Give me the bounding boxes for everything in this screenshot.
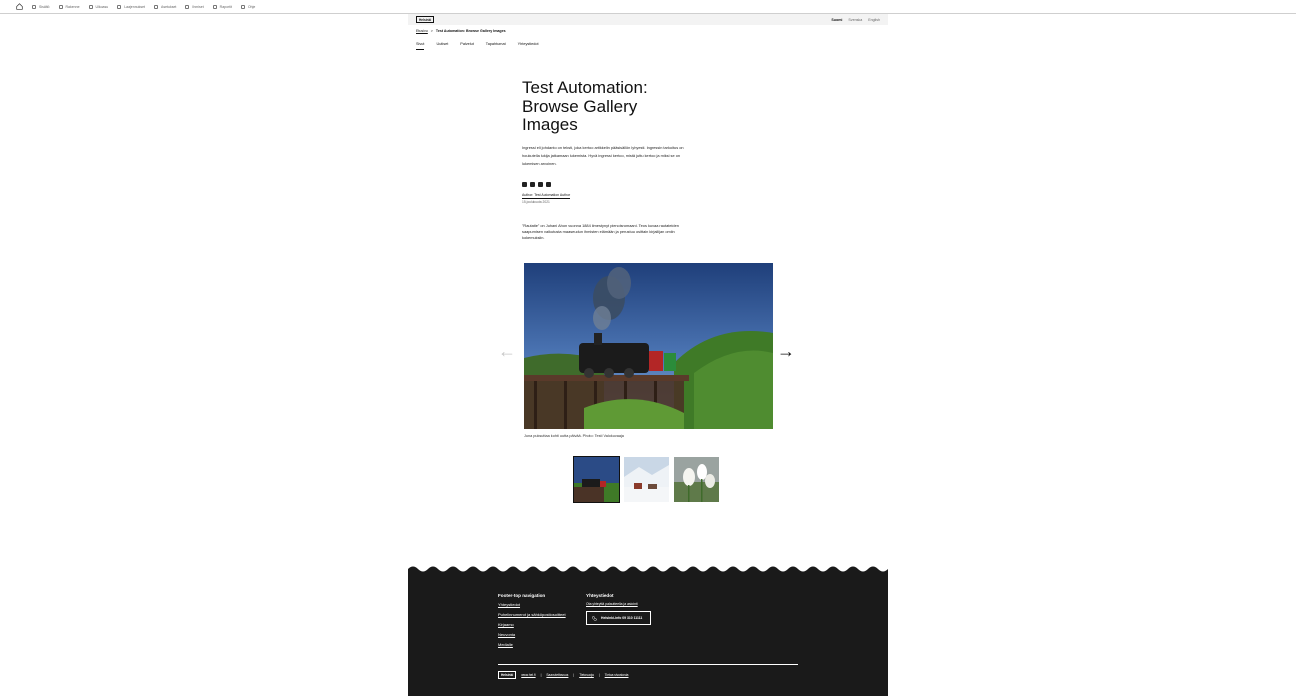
- footer-link-kirjaamo[interactable]: Kirjaamo: [498, 622, 566, 627]
- footer-logo[interactable]: Helsinki: [498, 671, 517, 679]
- footer-link-medialle[interactable]: Medialle: [498, 642, 566, 647]
- toolbar-item-help[interactable]: Ohje: [240, 4, 255, 9]
- thumbnail-snow-village[interactable]: [624, 457, 669, 502]
- structure-icon: [58, 4, 63, 9]
- facebook-icon[interactable]: [522, 182, 527, 187]
- phone-label: Helsinki-info 09 310 11111: [601, 616, 643, 620]
- footer-bottom-separator: |: [598, 673, 600, 677]
- gallery-main-image: [524, 263, 773, 429]
- language-switcher: Suomi Svenska English: [831, 18, 880, 22]
- thumbnail-train[interactable]: [573, 456, 620, 503]
- help-icon: [240, 4, 245, 9]
- site-footer: Footer-top navigation Yhteystiedot Puhel…: [408, 566, 888, 696]
- footer-nav-heading: Footer-top navigation: [498, 593, 546, 598]
- footer-link-neuvonta[interactable]: Neuvonta: [498, 632, 566, 637]
- twitter-icon[interactable]: [538, 182, 543, 187]
- footer-link-puhelinnumerot[interactable]: Puhelinnumerot ja sähköpostiosoitteet: [498, 612, 566, 617]
- nav-item-yhteystiedot[interactable]: Yhteystiedot: [518, 42, 539, 49]
- extend-icon: [117, 4, 122, 9]
- gallery-thumbnails: [573, 456, 719, 503]
- steam-train-photo: [524, 263, 773, 429]
- nav-item-tapahtumat[interactable]: Tapahtumat: [486, 42, 506, 49]
- site-header: Helsinki Suomi Svenska English: [408, 14, 888, 25]
- toolbar-item-structure[interactable]: Rakenne: [58, 4, 80, 9]
- footer-navigation: Footer-top navigation Yhteystiedot Puhel…: [498, 593, 566, 652]
- footer-wave: [408, 566, 888, 574]
- content-icon: [32, 4, 36, 9]
- toolbar-item-config[interactable]: Asetukset: [154, 4, 176, 9]
- footer-contact: Yhteystiedot Ota yhteyttä palautteella j…: [586, 593, 651, 625]
- gallery-caption: Juna puksuttaa kohti uutta päivää. Photo…: [524, 434, 624, 438]
- gallery-prev-button[interactable]: ←: [498, 342, 516, 360]
- article-body: "Rautatie" on Juhani Ahon vuonna 1884 il…: [522, 223, 679, 240]
- article-lead: Ingressi eli johdanto on teksti, joka ke…: [522, 145, 684, 166]
- language-en[interactable]: English: [868, 18, 880, 22]
- toolbar-item-extend[interactable]: Laajennukset: [117, 4, 145, 9]
- config-icon: [154, 4, 159, 9]
- phone-button[interactable]: Helsinki-info 09 310 11111: [586, 611, 651, 625]
- breadcrumb-current: Test Automation: Browse Gallery Images: [435, 29, 506, 33]
- toolbar-item-reports[interactable]: Raportit: [212, 4, 232, 9]
- breadcrumb: Etusivu > Test Automation: Browse Galler…: [416, 29, 506, 33]
- home-icon[interactable]: [14, 2, 24, 12]
- phone-icon: [592, 615, 597, 621]
- appearance-icon: [88, 4, 93, 9]
- article-date: 15.joulukuuta 2021: [522, 200, 550, 204]
- language-fi[interactable]: Suomi: [831, 18, 842, 22]
- linkedin-icon[interactable]: [530, 182, 535, 187]
- reports-icon: [212, 4, 217, 9]
- footer-contact-heading: Yhteystiedot: [586, 593, 614, 598]
- footer-bottom-link-accessibility[interactable]: Saavutettavuus: [546, 673, 568, 677]
- footer-bottom-separator: |: [540, 673, 542, 677]
- footer-bottom-link-privacy[interactable]: Tietosuoja: [579, 673, 594, 677]
- arrow-left-icon: ←: [498, 341, 516, 361]
- toolbar-item-appearance[interactable]: Ulkoasu: [88, 4, 108, 9]
- nav-item-sivut[interactable]: Sivut: [416, 42, 425, 50]
- email-icon[interactable]: [546, 182, 551, 187]
- site-logo[interactable]: Helsinki: [416, 16, 435, 23]
- footer-contact-link[interactable]: Ota yhteyttä palautteella ja asiointi: [586, 602, 651, 606]
- footer-link-yhteystiedot[interactable]: Yhteystiedot: [498, 602, 566, 607]
- gallery-next-button[interactable]: →: [777, 342, 795, 360]
- thumbnail-tulips[interactable]: [674, 457, 719, 502]
- footer-bottom-link-about[interactable]: Tietoa sivustosta: [605, 673, 629, 677]
- breadcrumb-home[interactable]: Etusivu: [416, 29, 428, 33]
- share-buttons: [522, 182, 551, 187]
- footer-bottom-link-hel[interactable]: www.hel.fi: [521, 673, 535, 677]
- breadcrumb-separator: >: [430, 29, 433, 33]
- article-author: Author: Test Automation Author: [522, 193, 571, 199]
- toolbar-item-people[interactable]: Ihmiset: [185, 4, 204, 9]
- arrow-right-icon: →: [777, 341, 795, 361]
- page: Helsinki Suomi Svenska English Etusivu >…: [408, 14, 888, 696]
- nav-item-uutiset[interactable]: Uutiset: [436, 42, 448, 49]
- footer-bottom: Helsinki www.hel.fi | Saavutettavuus | T…: [498, 671, 628, 679]
- language-sv[interactable]: Svenska: [848, 18, 862, 22]
- nav-item-palvelut[interactable]: Palvelut: [460, 42, 474, 49]
- main-navigation: Sivut Uutiset Palvelut Tapahtumat Yhteys…: [416, 42, 539, 50]
- footer-bottom-separator: |: [573, 673, 575, 677]
- page-title: Test Automation: Browse Gallery Images: [522, 78, 648, 134]
- people-icon: [185, 4, 190, 9]
- toolbar-item-content[interactable]: Sisältö: [32, 4, 50, 9]
- admin-toolbar: Sisältö Rakenne Ulkoasu Laajennukset Ase…: [0, 0, 1296, 14]
- footer-divider: [498, 664, 798, 665]
